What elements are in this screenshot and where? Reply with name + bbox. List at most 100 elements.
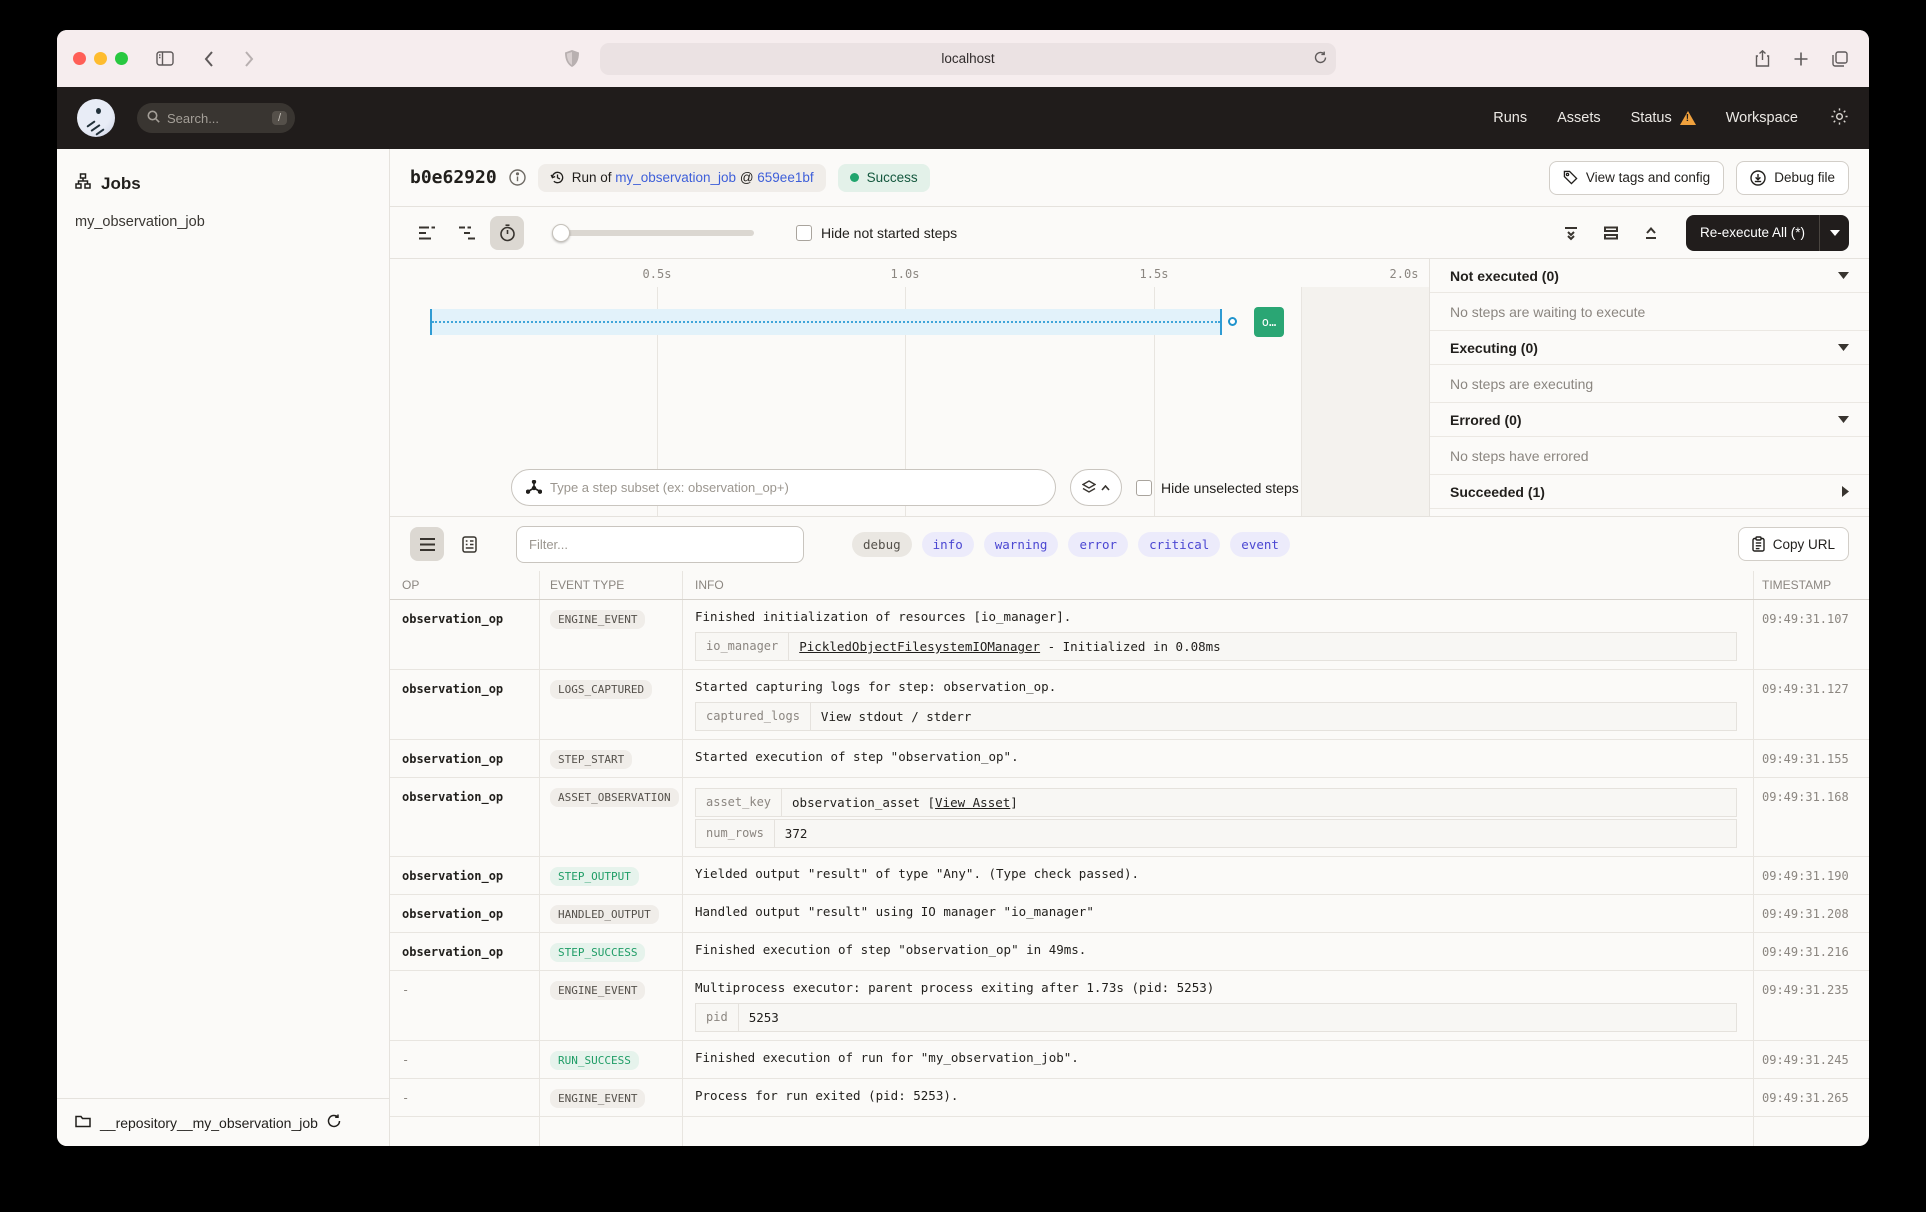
nav-status[interactable]: Status xyxy=(1631,110,1696,126)
log-row[interactable]: -ENGINE_EVENTProcess for run exited (pid… xyxy=(390,1079,1869,1117)
copy-url-button[interactable]: Copy URL xyxy=(1738,527,1849,561)
log-op-name: - xyxy=(402,983,409,997)
log-row[interactable]: observation_opSTEP_STARTStarted executio… xyxy=(390,740,1869,778)
waterfall-view-icon[interactable] xyxy=(450,216,484,250)
caret-down-icon[interactable] xyxy=(1838,416,1849,423)
log-timestamp[interactable]: 09:49:31.168 xyxy=(1762,790,1849,804)
log-level-chip-info[interactable]: info xyxy=(922,532,974,557)
log-row[interactable]: -ENGINE_EVENTMultiprocess executor: pare… xyxy=(390,971,1869,1041)
log-row[interactable]: observation_opASSET_OBSERVATIONasset_key… xyxy=(390,778,1869,857)
nav-assets[interactable]: Assets xyxy=(1557,110,1601,126)
log-row[interactable]: observation_opSTEP_OUTPUTYielded output … xyxy=(390,857,1869,895)
view-tags-config-button[interactable]: View tags and config xyxy=(1549,161,1724,195)
log-timestamp[interactable]: 09:49:31.235 xyxy=(1762,983,1849,997)
log-list-view-icon[interactable] xyxy=(410,527,444,561)
sidebar-toggle-icon[interactable] xyxy=(150,46,180,72)
caret-down-icon[interactable] xyxy=(1838,272,1849,279)
log-level-chip-event[interactable]: event xyxy=(1230,532,1290,557)
col-timestamp: TIMESTAMP xyxy=(1753,571,1869,599)
reexecute-split-button: Re-execute All (*) xyxy=(1686,215,1849,251)
step-subset-input[interactable]: Type a step subset (ex: observation_op+) xyxy=(511,469,1056,506)
reexecute-dropdown-button[interactable] xyxy=(1819,215,1849,251)
download-icon xyxy=(1750,170,1766,186)
log-timestamp[interactable]: 09:49:31.265 xyxy=(1762,1091,1849,1105)
collapse-all-icon[interactable] xyxy=(1554,216,1588,250)
settings-gear-icon[interactable] xyxy=(1830,107,1849,130)
forward-button[interactable] xyxy=(234,46,264,72)
close-window-button[interactable] xyxy=(73,52,86,65)
zoom-slider-thumb[interactable] xyxy=(552,224,570,242)
metadata-link[interactable]: View Asset xyxy=(935,795,1010,810)
metadata-value: View stdout / stderr xyxy=(811,703,982,730)
debug-file-button[interactable]: Debug file xyxy=(1736,161,1849,195)
hide-unselected-checkbox[interactable] xyxy=(1136,480,1152,496)
log-row[interactable]: -RUN_SUCCESSFinished execution of run fo… xyxy=(390,1041,1869,1079)
log-level-chip-error[interactable]: error xyxy=(1068,532,1128,557)
history-icon xyxy=(550,170,565,185)
sidebar-item-job[interactable]: my_observation_job xyxy=(57,194,389,230)
metadata-label: io_manager xyxy=(696,633,789,660)
zoom-slider[interactable] xyxy=(554,230,754,236)
metadata-value: observation_asset [View Asset] xyxy=(782,789,1028,816)
commit-link[interactable]: 659ee1bf xyxy=(757,170,813,185)
success-dot-icon xyxy=(850,173,859,182)
timing-view-icon[interactable] xyxy=(490,216,524,250)
nav-workspace[interactable]: Workspace xyxy=(1726,110,1798,126)
log-level-chip-warning[interactable]: warning xyxy=(984,532,1059,557)
log-level-chip-debug[interactable]: debug xyxy=(852,532,912,557)
log-timestamp[interactable]: 09:49:31.190 xyxy=(1762,869,1849,883)
log-timestamp[interactable]: 09:49:31.208 xyxy=(1762,907,1849,921)
hide-unselected-label: Hide unselected steps xyxy=(1161,480,1299,496)
caret-right-icon[interactable] xyxy=(1842,486,1849,497)
log-table-filler xyxy=(390,1117,1869,1146)
log-timestamp[interactable]: 09:49:31.245 xyxy=(1762,1053,1849,1067)
reexecute-all-button[interactable]: Re-execute All (*) xyxy=(1686,215,1819,251)
refresh-icon[interactable] xyxy=(327,1114,341,1131)
panel-section-header[interactable]: Executing (0) xyxy=(1430,331,1869,365)
nav-runs[interactable]: Runs xyxy=(1493,110,1527,126)
graph-query-toggle-button[interactable] xyxy=(1070,469,1122,506)
panel-section-header[interactable]: Errored (0) xyxy=(1430,403,1869,437)
run-info-icon[interactable] xyxy=(509,169,526,186)
search-input[interactable]: Search... / xyxy=(137,103,295,133)
log-row[interactable]: observation_opENGINE_EVENTFinished initi… xyxy=(390,600,1869,670)
panel-section-header[interactable]: Succeeded (1) xyxy=(1430,475,1869,509)
split-rows-icon[interactable] xyxy=(1594,216,1628,250)
share-icon[interactable] xyxy=(1747,46,1777,72)
log-message: Handled output "result" using IO manager… xyxy=(695,903,1741,920)
flat-view-icon[interactable] xyxy=(410,216,444,250)
log-row[interactable]: observation_opHANDLED_OUTPUTHandled outp… xyxy=(390,895,1869,933)
zoom-window-button[interactable] xyxy=(115,52,128,65)
repository-row[interactable]: __repository__my_observation_job xyxy=(57,1098,389,1146)
log-op-name: observation_op xyxy=(402,682,503,696)
metadata-label: num_rows xyxy=(696,820,775,847)
log-timestamp[interactable]: 09:49:31.107 xyxy=(1762,612,1849,626)
expand-up-icon[interactable] xyxy=(1634,216,1668,250)
log-timestamp[interactable]: 09:49:31.155 xyxy=(1762,752,1849,766)
log-level-chip-critical[interactable]: critical xyxy=(1138,532,1220,557)
tab-overview-icon[interactable] xyxy=(1825,46,1855,72)
step-duration-bar[interactable] xyxy=(430,309,1222,335)
hide-not-started-checkbox[interactable] xyxy=(796,225,812,241)
log-filter-input[interactable]: Filter... xyxy=(516,526,804,563)
address-bar[interactable]: localhost xyxy=(600,43,1336,75)
panel-section-header[interactable]: Not executed (0) xyxy=(1430,259,1869,293)
log-table-header: OP EVENT TYPE INFO TIMESTAMP xyxy=(390,571,1869,600)
log-table: OP EVENT TYPE INFO TIMESTAMP observation… xyxy=(390,571,1869,1146)
log-timestamp[interactable]: 09:49:31.216 xyxy=(1762,945,1849,959)
minimize-window-button[interactable] xyxy=(94,52,107,65)
reload-icon[interactable] xyxy=(1314,51,1327,67)
job-link[interactable]: my_observation_job xyxy=(615,170,736,185)
step-marker-circle xyxy=(1228,317,1237,326)
log-row[interactable]: observation_opLOGS_CAPTUREDStarted captu… xyxy=(390,670,1869,740)
log-structured-view-icon[interactable] xyxy=(452,527,486,561)
dagster-logo[interactable] xyxy=(77,99,115,137)
new-tab-icon[interactable] xyxy=(1786,46,1816,72)
col-op: OP xyxy=(390,571,540,599)
back-button[interactable] xyxy=(194,46,224,72)
metadata-link[interactable]: PickledObjectFilesystemIOManager xyxy=(799,639,1040,654)
step-box-observation-op[interactable]: o… xyxy=(1254,307,1284,337)
caret-down-icon[interactable] xyxy=(1838,344,1849,351)
log-row[interactable]: observation_opSTEP_SUCCESSFinished execu… xyxy=(390,933,1869,971)
log-timestamp[interactable]: 09:49:31.127 xyxy=(1762,682,1849,696)
